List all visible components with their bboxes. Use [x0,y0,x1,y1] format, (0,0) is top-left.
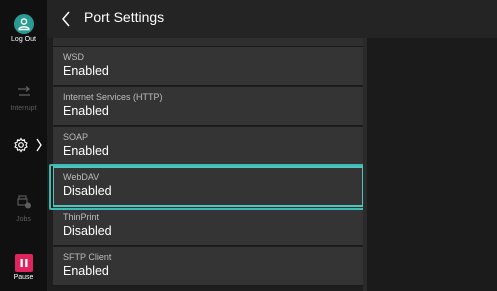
back-arrow-icon[interactable] [57,9,77,29]
interrupt-button[interactable]: Interrupt [0,84,47,112]
page-title: Port Settings [84,9,165,25]
interrupt-label: Interrupt [10,105,37,112]
list-top-edge [53,38,363,47]
user-icon [13,14,34,34]
list-item-wsd[interactable]: WSD Enabled [53,47,363,86]
item-value: Enabled [63,144,109,158]
item-label: SOAP [63,132,89,142]
list-item-thinprint[interactable]: ThinPrint Disabled [53,207,363,246]
item-value: Enabled [63,264,109,278]
pause-label: Pause [13,274,34,281]
item-label: SFTP Client [63,252,112,262]
list-item-sftp-client[interactable]: SFTP Client Enabled [53,247,363,286]
list-item-soap[interactable]: SOAP Enabled [53,127,363,166]
focus-highlight [49,164,367,210]
pause-icon [14,254,33,272]
screen: Log Out Interrupt Jobs Pause Port Settin… [0,0,497,291]
item-label: Internet Services (HTTP) [63,92,163,102]
jobs-button[interactable]: Jobs [0,194,47,223]
chevron-right-icon [36,137,42,156]
logout-button[interactable]: Log Out [0,14,47,43]
item-label: ThinPrint [63,212,100,222]
list-item-internet-services[interactable]: Internet Services (HTTP) Enabled [53,87,363,126]
jobs-label: Jobs [16,216,31,223]
settings-button[interactable] [0,134,47,156]
pause-button[interactable]: Pause [0,254,47,281]
gear-icon [13,137,29,157]
logout-label: Log Out [11,36,36,43]
header-bar: Port Settings [47,0,497,38]
item-value: Enabled [63,104,109,118]
detail-pane [367,38,497,291]
left-rail: Log Out Interrupt Jobs Pause [0,0,47,291]
item-value: Enabled [63,64,109,78]
interrupt-icon [16,84,32,103]
item-value: Disabled [63,224,112,238]
jobs-icon [16,195,32,214]
item-label: WSD [63,52,84,62]
